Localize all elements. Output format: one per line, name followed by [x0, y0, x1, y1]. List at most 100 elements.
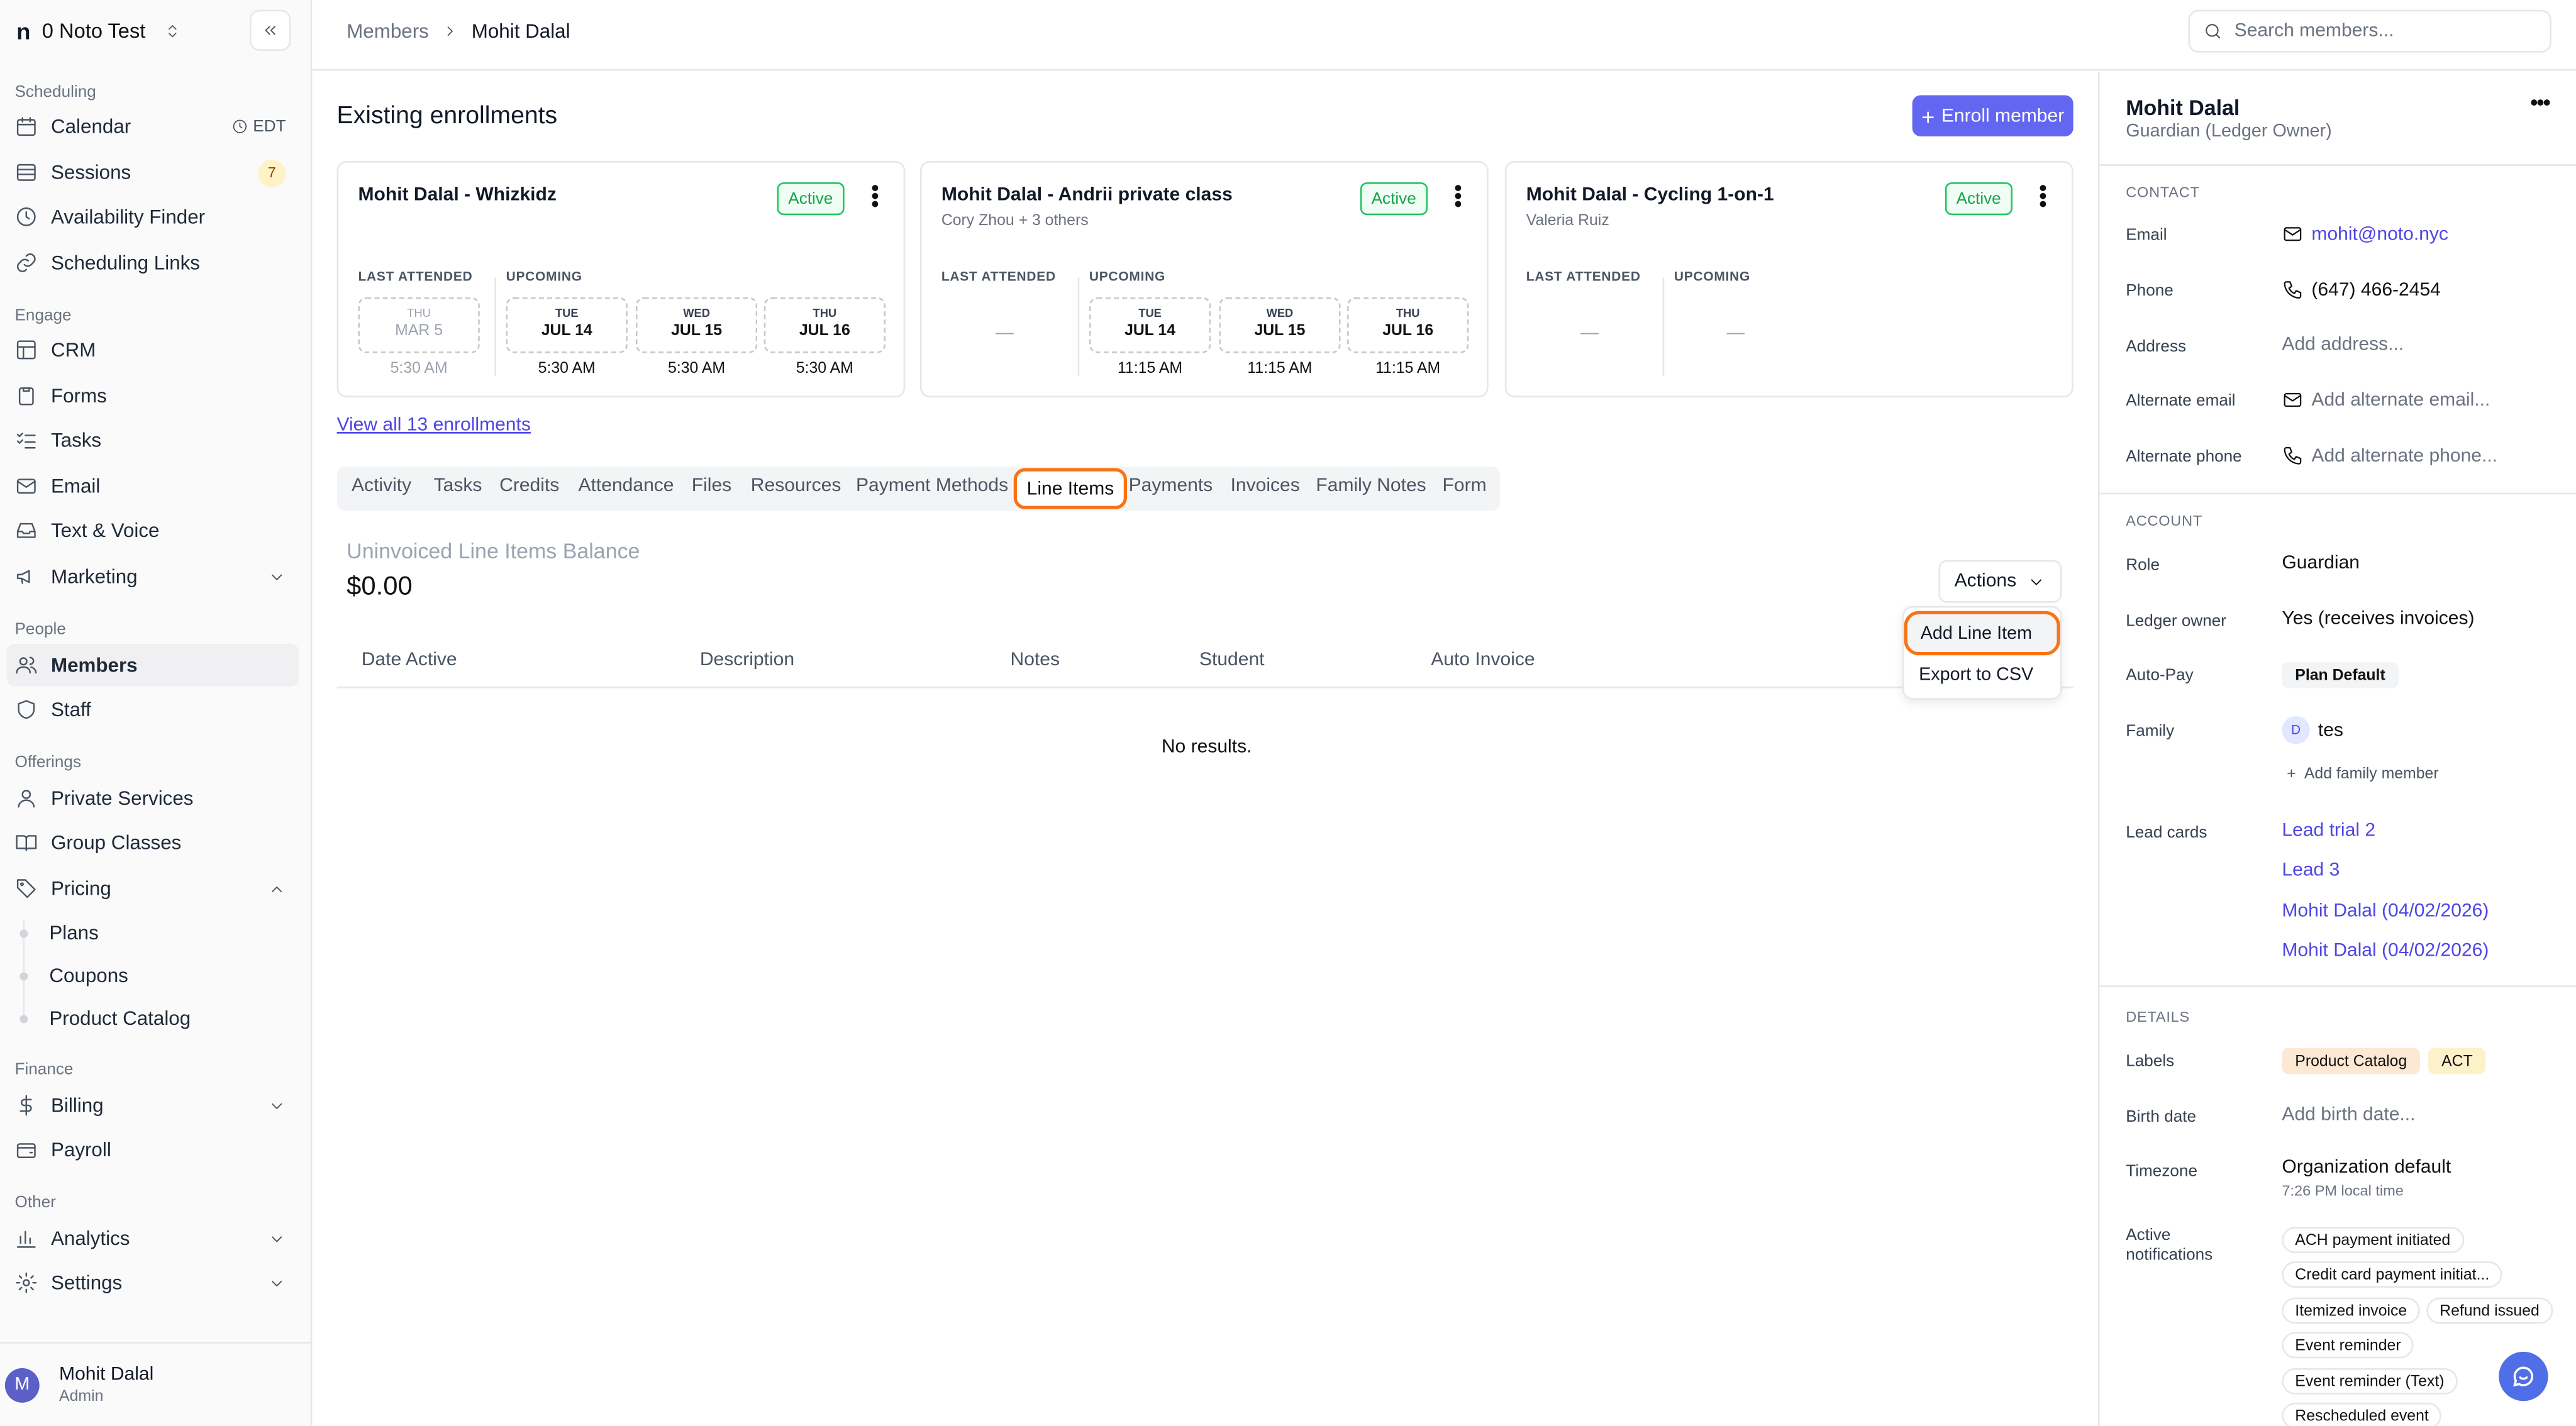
column-header[interactable]: Notes	[1011, 650, 1060, 670]
sidebar-item-private-services[interactable]: Private Services	[0, 777, 312, 820]
tab-attendance[interactable]: Attendance	[579, 477, 674, 496]
dollar-icon	[19, 1095, 32, 1116]
notification-chip[interactable]: Event reminder	[2282, 1332, 2414, 1359]
lead-card-link[interactable]: Lead trial 2	[2282, 821, 2375, 841]
phone-value[interactable]: (647) 466-2454	[2282, 279, 2441, 301]
email-value[interactable]: mohit@noto.nyc	[2282, 223, 2448, 245]
add-line-item-menu-item[interactable]: Add Line Item	[1904, 611, 2060, 656]
sidebar-item-marketing[interactable]: Marketing	[0, 555, 312, 598]
lead-card-link[interactable]: Mohit Dalal (04/02/2026)	[2282, 941, 2489, 961]
tab-payments[interactable]: Payments	[1129, 477, 1213, 496]
book-open-icon	[16, 835, 37, 851]
sidebar-item-settings[interactable]: Settings	[0, 1261, 312, 1304]
timezone-value[interactable]: Organization default	[2282, 1158, 2451, 1178]
tab-invoices[interactable]: Invoices	[1231, 477, 1300, 496]
current-user[interactable]: M Mohit Dalal Admin	[0, 1342, 313, 1425]
slot-time: 11:15 AM	[1375, 360, 1441, 378]
sidebar-item-group-classes[interactable]: Group Classes	[0, 821, 312, 864]
notification-chip[interactable]: Event reminder (Text)	[2282, 1368, 2458, 1395]
sidebar-item-staff[interactable]: Staff	[0, 688, 312, 731]
tab-credits[interactable]: Credits	[499, 477, 559, 496]
labels-value[interactable]: Product Catalog ACT	[2282, 1047, 2486, 1075]
subtree-dot	[19, 972, 28, 981]
org-switcher[interactable]: n 0 Noto Test	[16, 15, 180, 48]
sidebar-item-crm[interactable]: CRM	[0, 328, 312, 371]
role-value[interactable]: Guardian	[2282, 553, 2360, 573]
sidebar-item-tasks[interactable]: Tasks	[0, 419, 312, 462]
tab-payment-methods[interactable]: Payment Methods	[856, 477, 1008, 496]
enrollment-card[interactable]: Mohit Dalal - Andrii private class Cory …	[919, 161, 1489, 398]
sidebar-item-billing[interactable]: Billing	[0, 1084, 312, 1127]
sidebar-item-availability-finder[interactable]: Availability Finder	[0, 196, 312, 238]
tab-files[interactable]: Files	[692, 477, 731, 496]
notification-chip[interactable]: Refund issued	[2426, 1297, 2553, 1324]
column-header[interactable]: Description	[700, 650, 794, 670]
notification-chip[interactable]: Credit card payment initiat...	[2282, 1261, 2503, 1288]
sidebar-item-text-voice[interactable]: Text & Voice	[0, 509, 312, 552]
add-family-member-button[interactable]: + Add family member	[2287, 765, 2438, 783]
alt-phone-field[interactable]: Add alternate phone...	[2282, 445, 2497, 467]
sidebar-item-payroll[interactable]: Payroll	[0, 1129, 312, 1171]
sidebar-subitem-plans[interactable]: Plans	[49, 921, 98, 944]
sidebar-item-forms[interactable]: Forms	[0, 375, 312, 417]
collapse-sidebar-button[interactable]	[250, 9, 291, 51]
enroll-member-button[interactable]: + Enroll member	[1912, 95, 2074, 136]
session-slot[interactable]: WED JUL 15	[1219, 297, 1341, 353]
sidebar-item-calendar[interactable]: Calendar EDT	[0, 105, 312, 148]
slot-date: JUL 14	[541, 322, 592, 340]
sidebar-item-analytics[interactable]: Analytics	[0, 1217, 312, 1260]
tab-bar: Activity Tasks Credits Attendance Files …	[336, 466, 1500, 511]
enrollments-heading: Existing enrollments	[336, 101, 558, 130]
session-slot[interactable]: THU MAR 5	[358, 297, 480, 353]
address-field[interactable]: Add address...	[2282, 335, 2404, 355]
lead-card-link[interactable]: Lead 3	[2282, 861, 2340, 880]
session-slot[interactable]: TUE JUL 14	[1089, 297, 1211, 353]
notification-chip[interactable]: Itemized invoice	[2282, 1297, 2421, 1324]
session-slot[interactable]: THU JUL 16	[763, 297, 886, 353]
sidebar-item-pricing[interactable]: Pricing	[0, 867, 312, 910]
session-slot[interactable]: THU JUL 16	[1347, 297, 1469, 353]
tab-resources[interactable]: Resources	[751, 477, 841, 496]
tab-tasks[interactable]: Tasks	[434, 477, 482, 496]
ledger-value[interactable]: Yes (receives invoices)	[2282, 609, 2474, 629]
sidebar-subitem-coupons[interactable]: Coupons	[49, 964, 128, 987]
export-csv-menu-item[interactable]: Export to CSV	[1919, 665, 2033, 685]
column-header[interactable]: Student	[1199, 650, 1265, 670]
tab-family-notes[interactable]: Family Notes	[1316, 477, 1426, 496]
chat-icon	[2513, 1366, 2534, 1387]
column-header[interactable]: Date Active	[362, 650, 457, 670]
notification-chip[interactable]: ACH payment initiated	[2282, 1227, 2464, 1254]
more-options-icon[interactable]: •••	[2031, 184, 2057, 208]
breadcrumb-members[interactable]: Members	[347, 19, 429, 43]
sidebar-item-scheduling-links[interactable]: Scheduling Links	[0, 241, 312, 284]
email-text: mohit@noto.nyc	[2311, 224, 2448, 244]
chat-support-button[interactable]	[2499, 1351, 2548, 1401]
tab-activity[interactable]: Activity	[352, 477, 411, 496]
enrollment-card[interactable]: Mohit Dalal - Whizkidz Active ••• LAST A…	[336, 161, 906, 398]
more-options-icon[interactable]: •••	[2530, 89, 2551, 115]
more-options-icon[interactable]: •••	[862, 184, 889, 208]
session-slot[interactable]: TUE JUL 14	[506, 297, 628, 353]
sidebar-item-members[interactable]: Members	[6, 644, 299, 687]
role-label: Role	[2126, 556, 2160, 575]
sidebar-subitem-product-catalog[interactable]: Product Catalog	[49, 1007, 191, 1030]
actions-dropdown[interactable]: Actions	[1938, 560, 2062, 603]
column-header[interactable]: Auto Invoice	[1431, 650, 1535, 670]
more-options-icon[interactable]: •••	[1446, 184, 1472, 208]
lead-card-link[interactable]: Mohit Dalal (04/02/2026)	[2282, 902, 2489, 921]
tab-line-items[interactable]: Line Items	[1013, 468, 1128, 509]
tab-form[interactable]: Form	[1443, 477, 1487, 496]
last-attended-label: LAST ATTENDED	[358, 269, 473, 284]
sidebar-item-label: Tasks	[50, 428, 102, 452]
family-member[interactable]: D tes	[2282, 716, 2343, 744]
sidebar-item-email[interactable]: Email	[0, 465, 312, 507]
view-all-enrollments-link[interactable]: View all 13 enrollments	[337, 416, 531, 435]
notification-chip[interactable]: Rescheduled event	[2282, 1402, 2442, 1426]
alt-email-field[interactable]: Add alternate email...	[2282, 389, 2490, 411]
sidebar-item-sessions[interactable]: Sessions 7	[0, 151, 312, 194]
session-slot[interactable]: WED JUL 15	[635, 297, 758, 353]
birth-date-field[interactable]: Add birth date...	[2282, 1105, 2415, 1125]
enrollment-card[interactable]: Mohit Dalal - Cycling 1-on-1 Valeria Rui…	[1504, 161, 2074, 398]
search-input[interactable]: Search members...	[2188, 9, 2551, 53]
autopay-value[interactable]: Plan Default	[2282, 661, 2399, 688]
